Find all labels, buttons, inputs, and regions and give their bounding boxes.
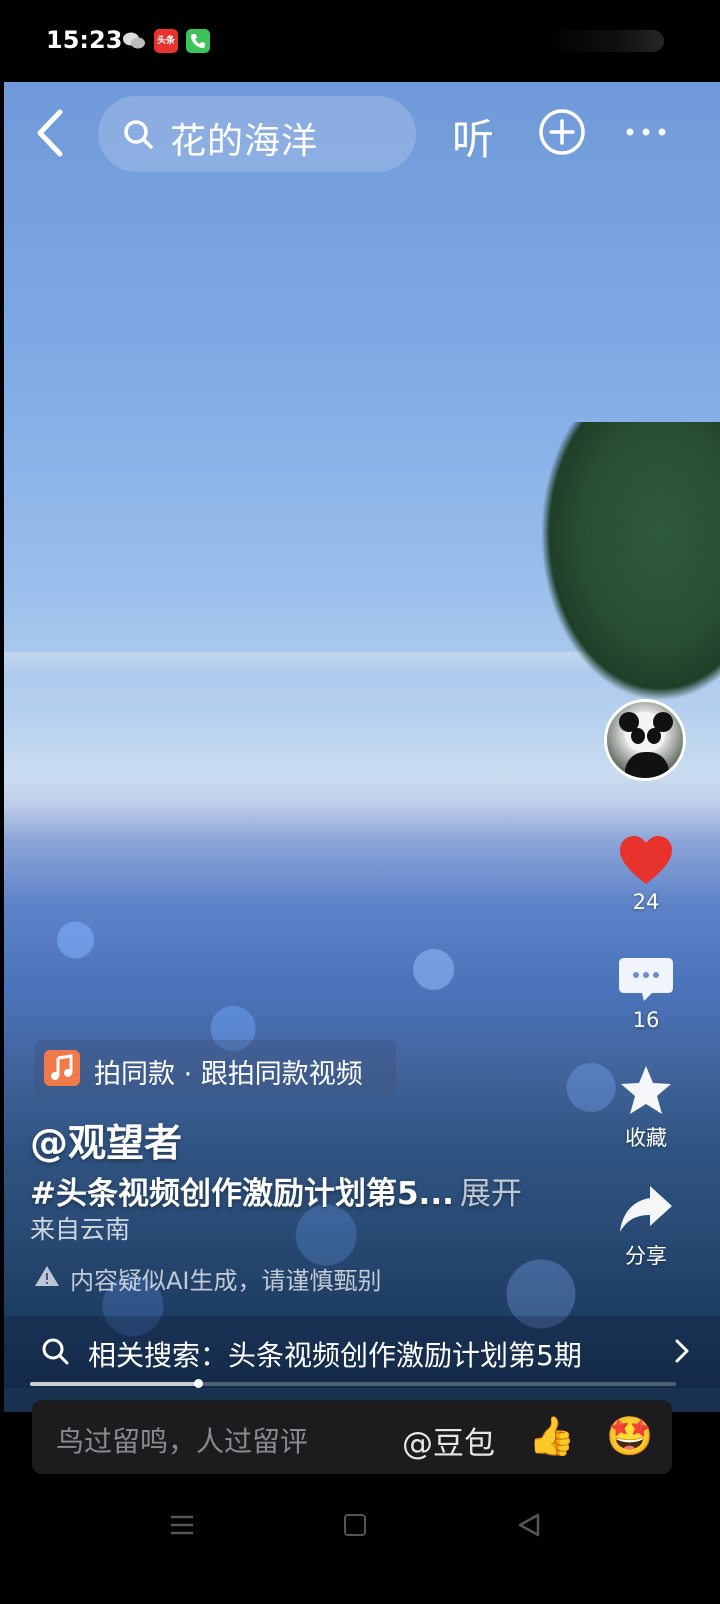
comment-placeholder: 鸟过留鸣，人过留评	[56, 1425, 309, 1458]
favorite-button[interactable]: 收藏	[608, 1064, 684, 1152]
menu-icon[interactable]	[170, 1514, 194, 1536]
video-description[interactable]: #头条视频创作激励计划第5... 展开	[30, 1168, 522, 1213]
location-label: 来自云南	[30, 1215, 131, 1244]
listen-button[interactable]: 听	[452, 106, 494, 167]
comment-input[interactable]: 鸟过留鸣，人过留评 @豆包 👍 🤩	[32, 1400, 672, 1474]
home-icon[interactable]	[344, 1514, 366, 1536]
star-eyes-emoji-button[interactable]: 🤩	[606, 1414, 653, 1459]
expand-button[interactable]: 展开	[460, 1176, 522, 1212]
ai-notice-text: 内容疑似AI生成，请谨慎甄别	[70, 1266, 382, 1295]
author-avatar[interactable]	[604, 699, 686, 781]
star-icon	[608, 1064, 684, 1122]
warning-icon	[34, 1264, 60, 1292]
toutiao-icon: 头条	[154, 29, 178, 53]
back-button[interactable]	[28, 106, 74, 160]
phone-icon	[186, 29, 210, 53]
author-username[interactable]: @观望者	[30, 1112, 182, 1167]
share-arrow-icon	[608, 1184, 684, 1240]
related-search-bar[interactable]: 相关搜索：头条视频创作激励计划第5期	[4, 1316, 720, 1388]
system-nav-bar	[0, 1500, 720, 1560]
description-text: #头条视频创作激励计划第5...	[30, 1176, 454, 1212]
nav-back-icon[interactable]	[516, 1512, 542, 1538]
video-progress-bar[interactable]	[30, 1379, 676, 1388]
like-button[interactable]: 24	[608, 834, 684, 914]
search-query: 花的海洋	[170, 121, 319, 162]
status-bar: 15:23 头条	[0, 0, 720, 82]
favorite-label: 收藏	[625, 1126, 667, 1150]
comment-button[interactable]: 16	[608, 954, 684, 1032]
search-icon	[40, 1336, 70, 1366]
comment-count: 16	[632, 1008, 660, 1032]
more-icon[interactable]	[624, 118, 668, 146]
share-label: 分享	[625, 1244, 667, 1268]
shoot-same-label: 拍同款 · 跟拍同款视频	[94, 1059, 363, 1090]
heart-icon	[608, 834, 684, 890]
pine-tree	[540, 422, 720, 702]
panda-eye-left	[631, 728, 645, 744]
chevron-right-icon	[674, 1338, 690, 1364]
mention-doubao-button[interactable]: @豆包	[402, 1418, 495, 1463]
progress-fill	[30, 1382, 198, 1386]
share-button[interactable]: 分享	[608, 1184, 684, 1270]
add-icon[interactable]	[538, 108, 586, 156]
progress-handle[interactable]	[193, 1379, 203, 1388]
ai-notice: 内容疑似AI生成，请谨慎甄别	[34, 1262, 382, 1295]
wechat-icon	[122, 29, 146, 53]
shoot-same-pill[interactable]: 拍同款 · 跟拍同款视频	[34, 1040, 396, 1096]
music-note-icon	[44, 1050, 80, 1086]
comment-bubble-icon	[608, 954, 684, 1008]
panda-body	[625, 752, 669, 778]
status-time: 15:23	[46, 26, 123, 54]
like-count: 24	[632, 890, 660, 914]
status-indicators	[544, 30, 664, 52]
thumbs-up-emoji-button[interactable]: 👍	[528, 1414, 575, 1459]
search-icon	[122, 118, 154, 150]
search-box[interactable]: 花的海洋	[98, 96, 416, 172]
panda-eye-right	[647, 728, 661, 744]
related-search-text: 相关搜索：头条视频创作激励计划第5期	[88, 1339, 582, 1372]
